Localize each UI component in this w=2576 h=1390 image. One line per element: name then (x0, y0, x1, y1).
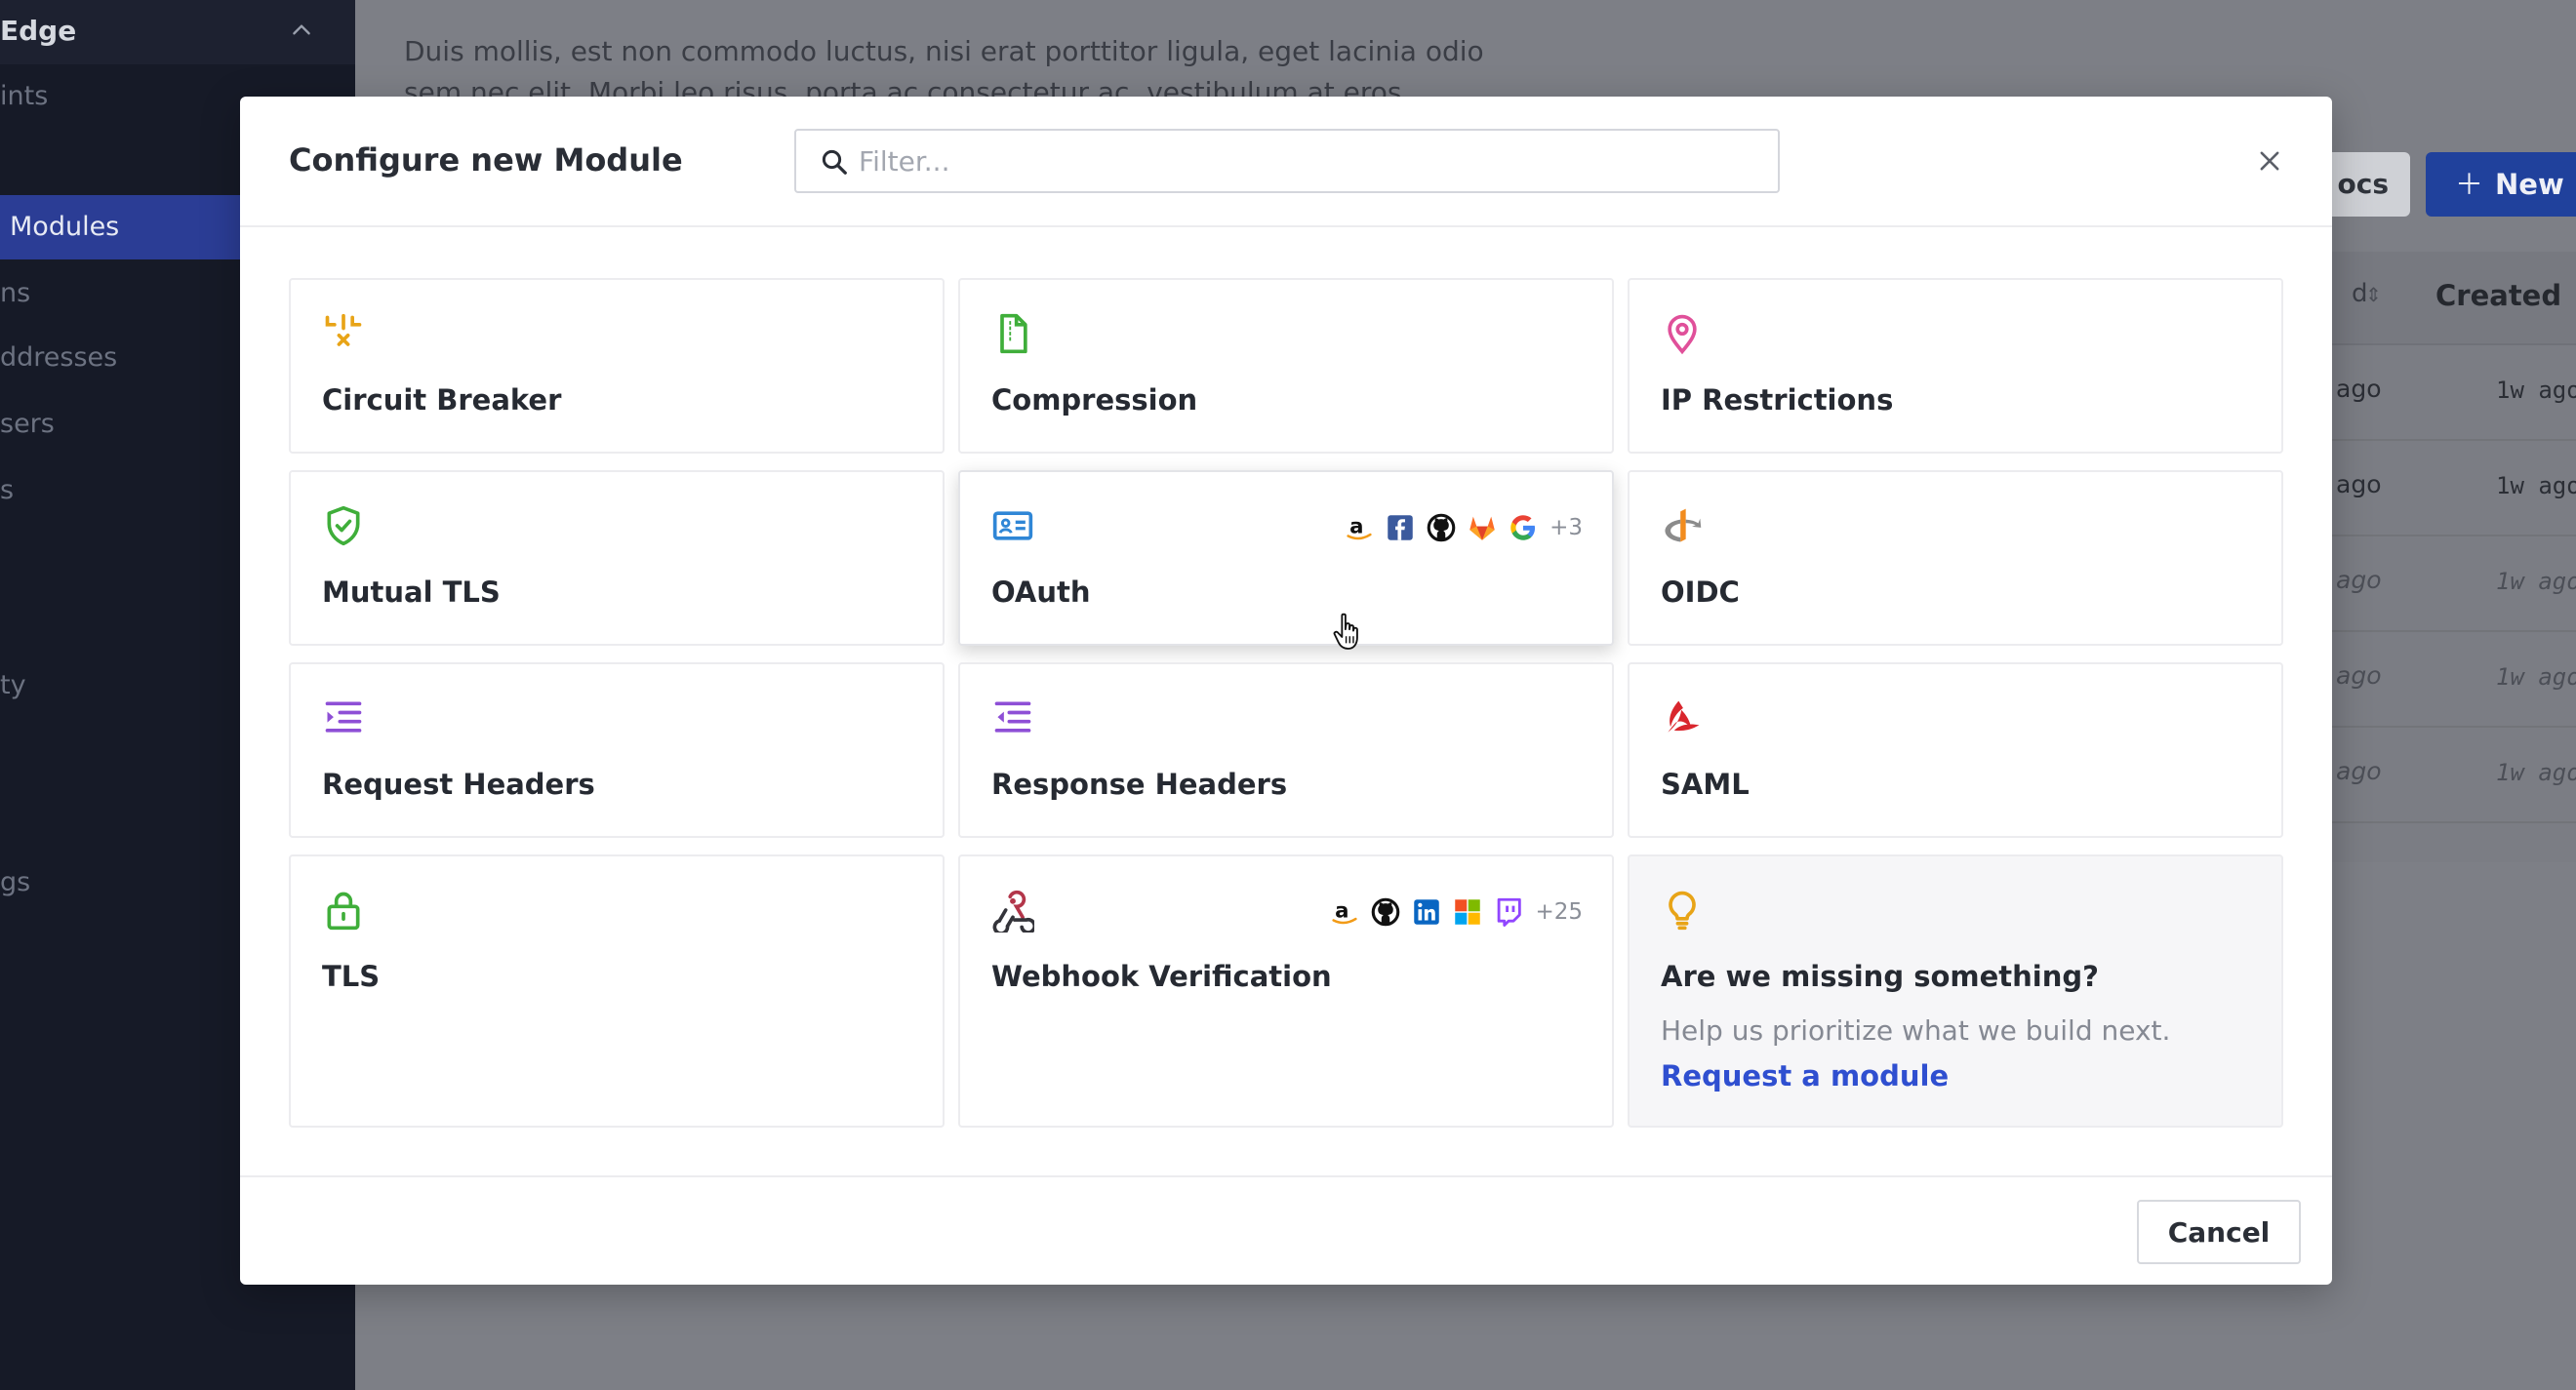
svg-text:a: a (1336, 899, 1349, 924)
map-pin-icon (1668, 314, 1697, 355)
outdent-list-icon (994, 701, 1031, 733)
twitch-icon (1498, 897, 1522, 927)
github-icon (1372, 897, 1400, 927)
lightbulb-icon (1669, 891, 1696, 931)
saml-icon (1668, 700, 1700, 733)
module-title: Webhook Verification (991, 960, 1332, 993)
table-row[interactable]: ago 1w ago (2332, 536, 2576, 632)
compression-file-icon (1000, 313, 1027, 354)
module-card-mutual-tls[interactable]: Mutual TLS (289, 470, 945, 646)
module-title: Circuit Breaker (322, 383, 562, 417)
missing-title: Are we missing something? (1661, 960, 2099, 993)
more-providers-count: +3 (1550, 515, 1583, 540)
filter-input[interactable] (859, 131, 1737, 191)
sort-icon[interactable]: ⇕ (2365, 283, 2382, 306)
facebook-icon (1388, 515, 1413, 540)
table-row[interactable]: ago 1w ago (2332, 632, 2576, 728)
indent-list-icon (325, 701, 362, 733)
module-title: OIDC (1661, 576, 1740, 609)
shield-check-icon (327, 505, 360, 546)
circuit-breaker-icon (325, 313, 362, 346)
module-card-oidc[interactable]: OIDC (1628, 470, 2283, 646)
chevron-up-icon[interactable] (289, 18, 314, 43)
sidebar-header[interactable]: Edge (0, 0, 355, 64)
module-card-tls[interactable]: TLS (289, 854, 945, 1128)
amazon-icon: a (1347, 515, 1372, 540)
webhook-icon (992, 890, 1034, 933)
module-title: Response Headers (991, 768, 1288, 801)
linkedin-icon (1414, 899, 1440, 925)
dialog-title: Configure new Module (289, 141, 683, 179)
missing-module-card: Are we missing something? Help us priori… (1628, 854, 2283, 1128)
module-title: SAML (1661, 768, 1750, 801)
module-title: Compression (991, 383, 1198, 417)
module-title: OAuth (991, 576, 1091, 609)
close-icon[interactable] (2256, 147, 2283, 175)
more-providers-count: +25 (1535, 899, 1583, 925)
module-card-request-headers[interactable]: Request Headers (289, 662, 945, 838)
search-icon (822, 149, 847, 175)
configure-module-dialog: Configure new Module Circuit Breaker Com… (240, 97, 2332, 1285)
table-row[interactable]: ago 1w ago (2332, 345, 2576, 441)
gitlab-icon (1469, 516, 1495, 540)
module-card-webhook-verification[interactable]: a +25 Webhook Verification (958, 854, 1614, 1128)
module-title: TLS (322, 960, 381, 993)
module-card-compression[interactable]: Compression (958, 278, 1614, 454)
column-header-created[interactable]: Created (2435, 279, 2561, 312)
lock-icon (327, 892, 360, 931)
missing-description: Help us prioritize what we build next. (1661, 1014, 2171, 1047)
dialog-header: Configure new Module (240, 97, 2332, 227)
module-title: Request Headers (322, 768, 595, 801)
dialog-footer: Cancel (240, 1175, 2332, 1285)
new-button[interactable]: ＋ New (2426, 152, 2576, 217)
id-card-icon (992, 511, 1033, 540)
microsoft-icon (1455, 899, 1481, 925)
module-card-saml[interactable]: SAML (1628, 662, 2283, 838)
plus-icon: ＋ (2455, 168, 2484, 201)
cancel-button[interactable]: Cancel (2137, 1200, 2301, 1264)
module-card-oauth[interactable]: a +3 OAuth (958, 470, 1614, 646)
module-card-response-headers[interactable]: Response Headers (958, 662, 1614, 838)
amazon-icon: a (1332, 899, 1358, 925)
module-card-circuit-breaker[interactable]: Circuit Breaker (289, 278, 945, 454)
svg-text:a: a (1349, 515, 1363, 539)
provider-icons: a +25 (1328, 895, 1583, 929)
openid-icon (1665, 508, 1702, 542)
filter-field[interactable] (794, 129, 1780, 193)
table-row[interactable]: ago 1w ago (2332, 441, 2576, 536)
provider-icons: a +3 (1343, 511, 1583, 544)
google-icon (1510, 515, 1536, 540)
module-title: Mutual TLS (322, 576, 501, 609)
module-title: IP Restrictions (1661, 383, 1894, 417)
sidebar-header-title: Edge (0, 15, 77, 47)
hand-pointer-icon (1333, 613, 1358, 650)
module-card-ip-restrictions[interactable]: IP Restrictions (1628, 278, 2283, 454)
github-icon (1427, 513, 1456, 542)
table-row[interactable]: ago 1w ago (2332, 728, 2576, 823)
request-module-link[interactable]: Request a module (1661, 1059, 1949, 1092)
